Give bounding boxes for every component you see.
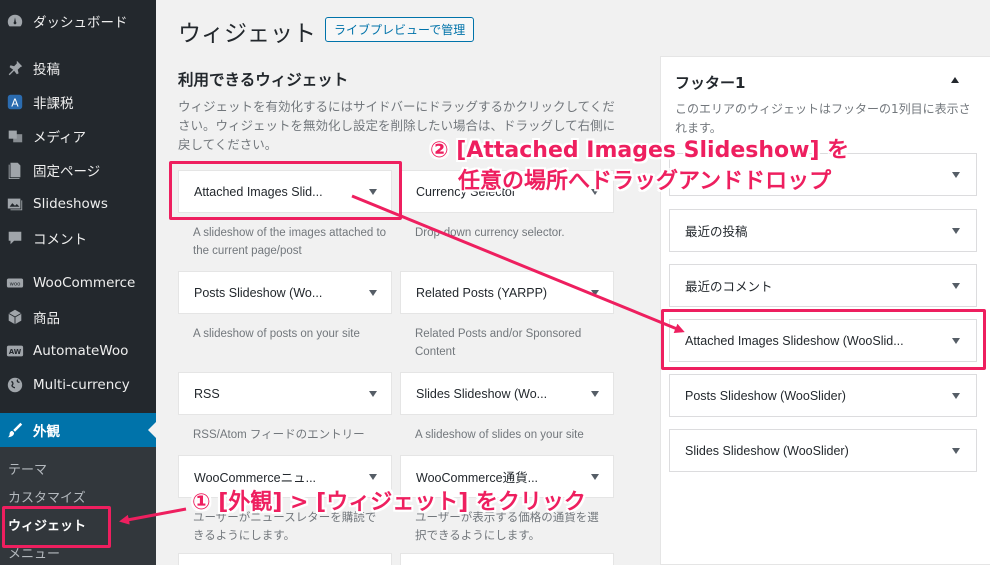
- click-arrow: [119, 507, 187, 525]
- annotation-arrows: [119, 194, 685, 525]
- callout-step-2-line-2: 任意の場所へドラッグアンドドロップ: [458, 169, 832, 194]
- drag-arrow: [351, 194, 685, 333]
- callout-step-2-line-1: ② [Attached Images Slideshow] を: [430, 138, 850, 163]
- callout-step-1: ① [外観] > [ウィジェット] をクリック: [192, 490, 586, 515]
